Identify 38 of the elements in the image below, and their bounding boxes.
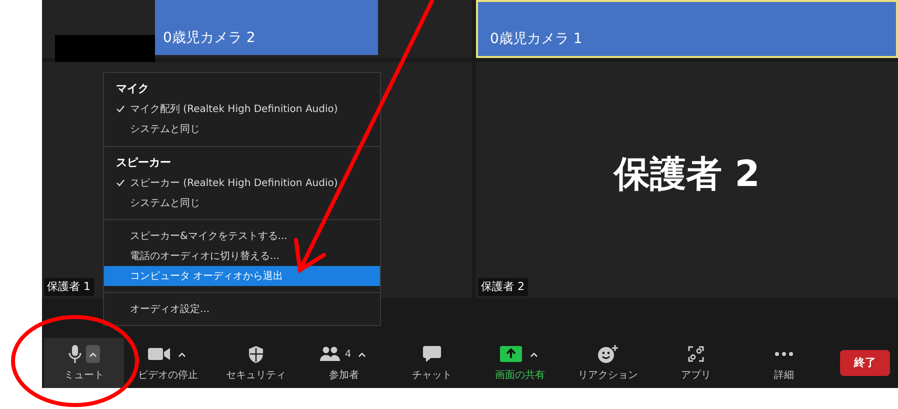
toolbar-button[interactable]: チャット (388, 338, 476, 388)
end-button[interactable]: 終了 (840, 350, 890, 376)
check-icon (116, 105, 125, 114)
participant-name: 保護者 2 (478, 278, 528, 296)
menu-item[interactable]: 電話のオーディオに切り替える... (104, 246, 380, 266)
menu-heading: マイク (115, 81, 150, 97)
participant-display-name: 保護者 2 (612, 153, 761, 197)
participant-name: 0歳児カメラ 2 (163, 29, 256, 48)
menu-item[interactable]: オーディオ設定... (104, 299, 380, 319)
smiley-plus-icon (597, 344, 619, 364)
people-icon (318, 346, 341, 362)
toolbar-button[interactable]: 画面の共有 (476, 338, 564, 388)
participant-name: 保護者 1 (44, 278, 94, 296)
toolbar-button[interactable]: リアクション (564, 338, 652, 388)
menu-item[interactable]: マイク配列 (Realtek High Definition Audio) (104, 100, 380, 120)
toolbar-button[interactable]: 4 参加者 (300, 338, 388, 388)
more-icon (774, 351, 794, 357)
video-camera-icon (147, 346, 171, 362)
menu-item[interactable]: コンピュータ オーディオから退出 (104, 266, 380, 286)
toolbar-button[interactable]: アプリ (652, 338, 740, 388)
menu-item[interactable]: スピーカー (Realtek High Definition Audio) (104, 173, 380, 193)
toolbar-button[interactable]: セキュリティ (212, 338, 300, 388)
shield-icon (248, 344, 264, 364)
toolbar-button[interactable]: ミュート (44, 338, 124, 388)
toolbar-button[interactable]: ビデオの停止 (124, 338, 212, 388)
menu-item[interactable]: システムと同じ (104, 120, 380, 140)
apps-icon (687, 345, 705, 363)
toolbar-button[interactable]: 詳細 (740, 338, 828, 388)
menu-item[interactable]: スピーカー&マイクをテストする... (104, 226, 380, 246)
participant-count: 4 (344, 348, 352, 362)
share-screen-icon (499, 345, 523, 363)
menu-heading: スピーカー (115, 154, 172, 170)
check-icon (116, 178, 125, 187)
caret-icon[interactable] (86, 345, 100, 363)
menu-item[interactable]: システムと同じ (104, 193, 380, 213)
participant-name: 0歳児カメラ 1 (490, 30, 582, 49)
chat-bubble-icon (422, 345, 442, 363)
microphone-icon (68, 344, 82, 364)
